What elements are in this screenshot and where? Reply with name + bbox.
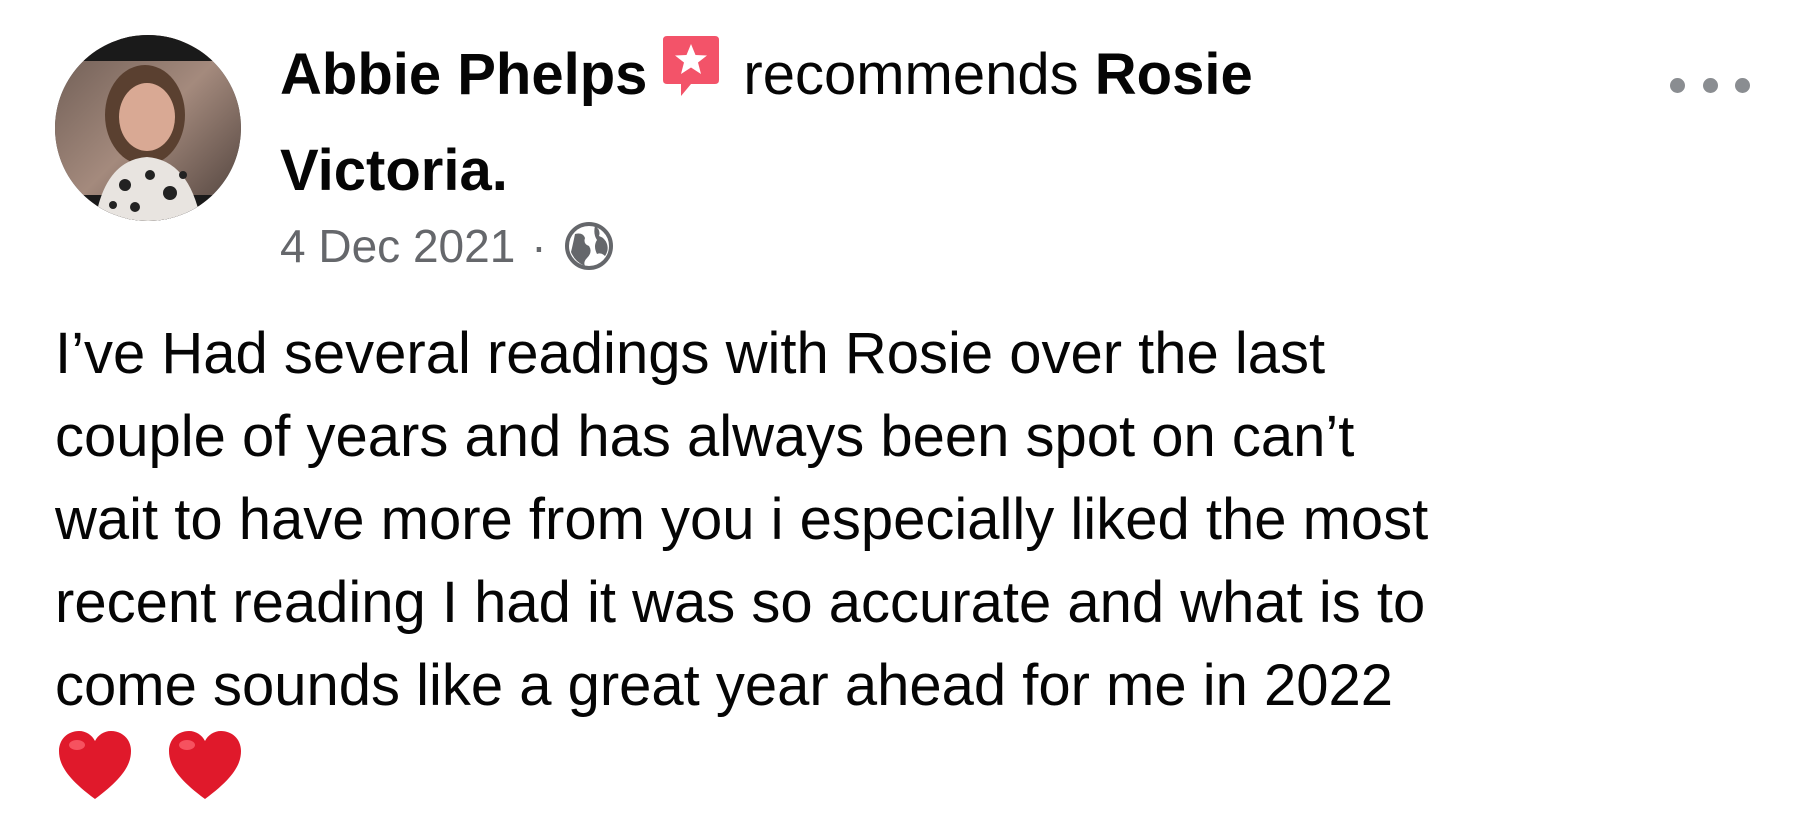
meta-separator: ·	[531, 220, 547, 272]
post-body-line: wait to have more from you i especially …	[55, 487, 1429, 552]
recommend-star-icon	[661, 34, 721, 126]
post-body-line: couple of years and has always been spot…	[55, 404, 1355, 469]
post-meta: 4 Dec 2021 ·	[280, 218, 617, 274]
red-heart-icon	[59, 731, 131, 799]
more-dot	[1735, 77, 1750, 93]
author-name[interactable]: Abbie Phelps	[280, 42, 647, 107]
emoji-row	[55, 727, 1755, 817]
more-options-icon[interactable]	[1670, 65, 1750, 105]
post-body-line: recent reading I had it was so accurate …	[55, 570, 1426, 635]
post-date[interactable]: 4 Dec 2021	[280, 218, 515, 274]
post-body: I’ve Had several readings with Rosie ove…	[55, 312, 1755, 817]
action-text: recommends	[743, 42, 1079, 107]
post-title: Abbie Phelps recommends Rosie Victoria.	[280, 30, 1510, 216]
post-header: Abbie Phelps recommends Rosie Victoria.	[280, 30, 1510, 216]
post-body-line: come sounds like a great year ahead for …	[55, 653, 1394, 718]
more-dot	[1670, 77, 1685, 93]
globe-icon[interactable]	[561, 218, 617, 274]
target-name-part2[interactable]: Victoria.	[280, 138, 508, 203]
recommendation-post: Abbie Phelps recommends Rosie Victoria. …	[0, 0, 1799, 818]
target-name-part1[interactable]: Rosie	[1095, 42, 1253, 107]
more-dot	[1702, 77, 1718, 93]
author-avatar[interactable]	[55, 35, 241, 221]
red-heart-icon	[169, 731, 242, 799]
post-body-line: I’ve Had several readings with Rosie ove…	[55, 321, 1326, 386]
avatar-image	[55, 35, 241, 221]
